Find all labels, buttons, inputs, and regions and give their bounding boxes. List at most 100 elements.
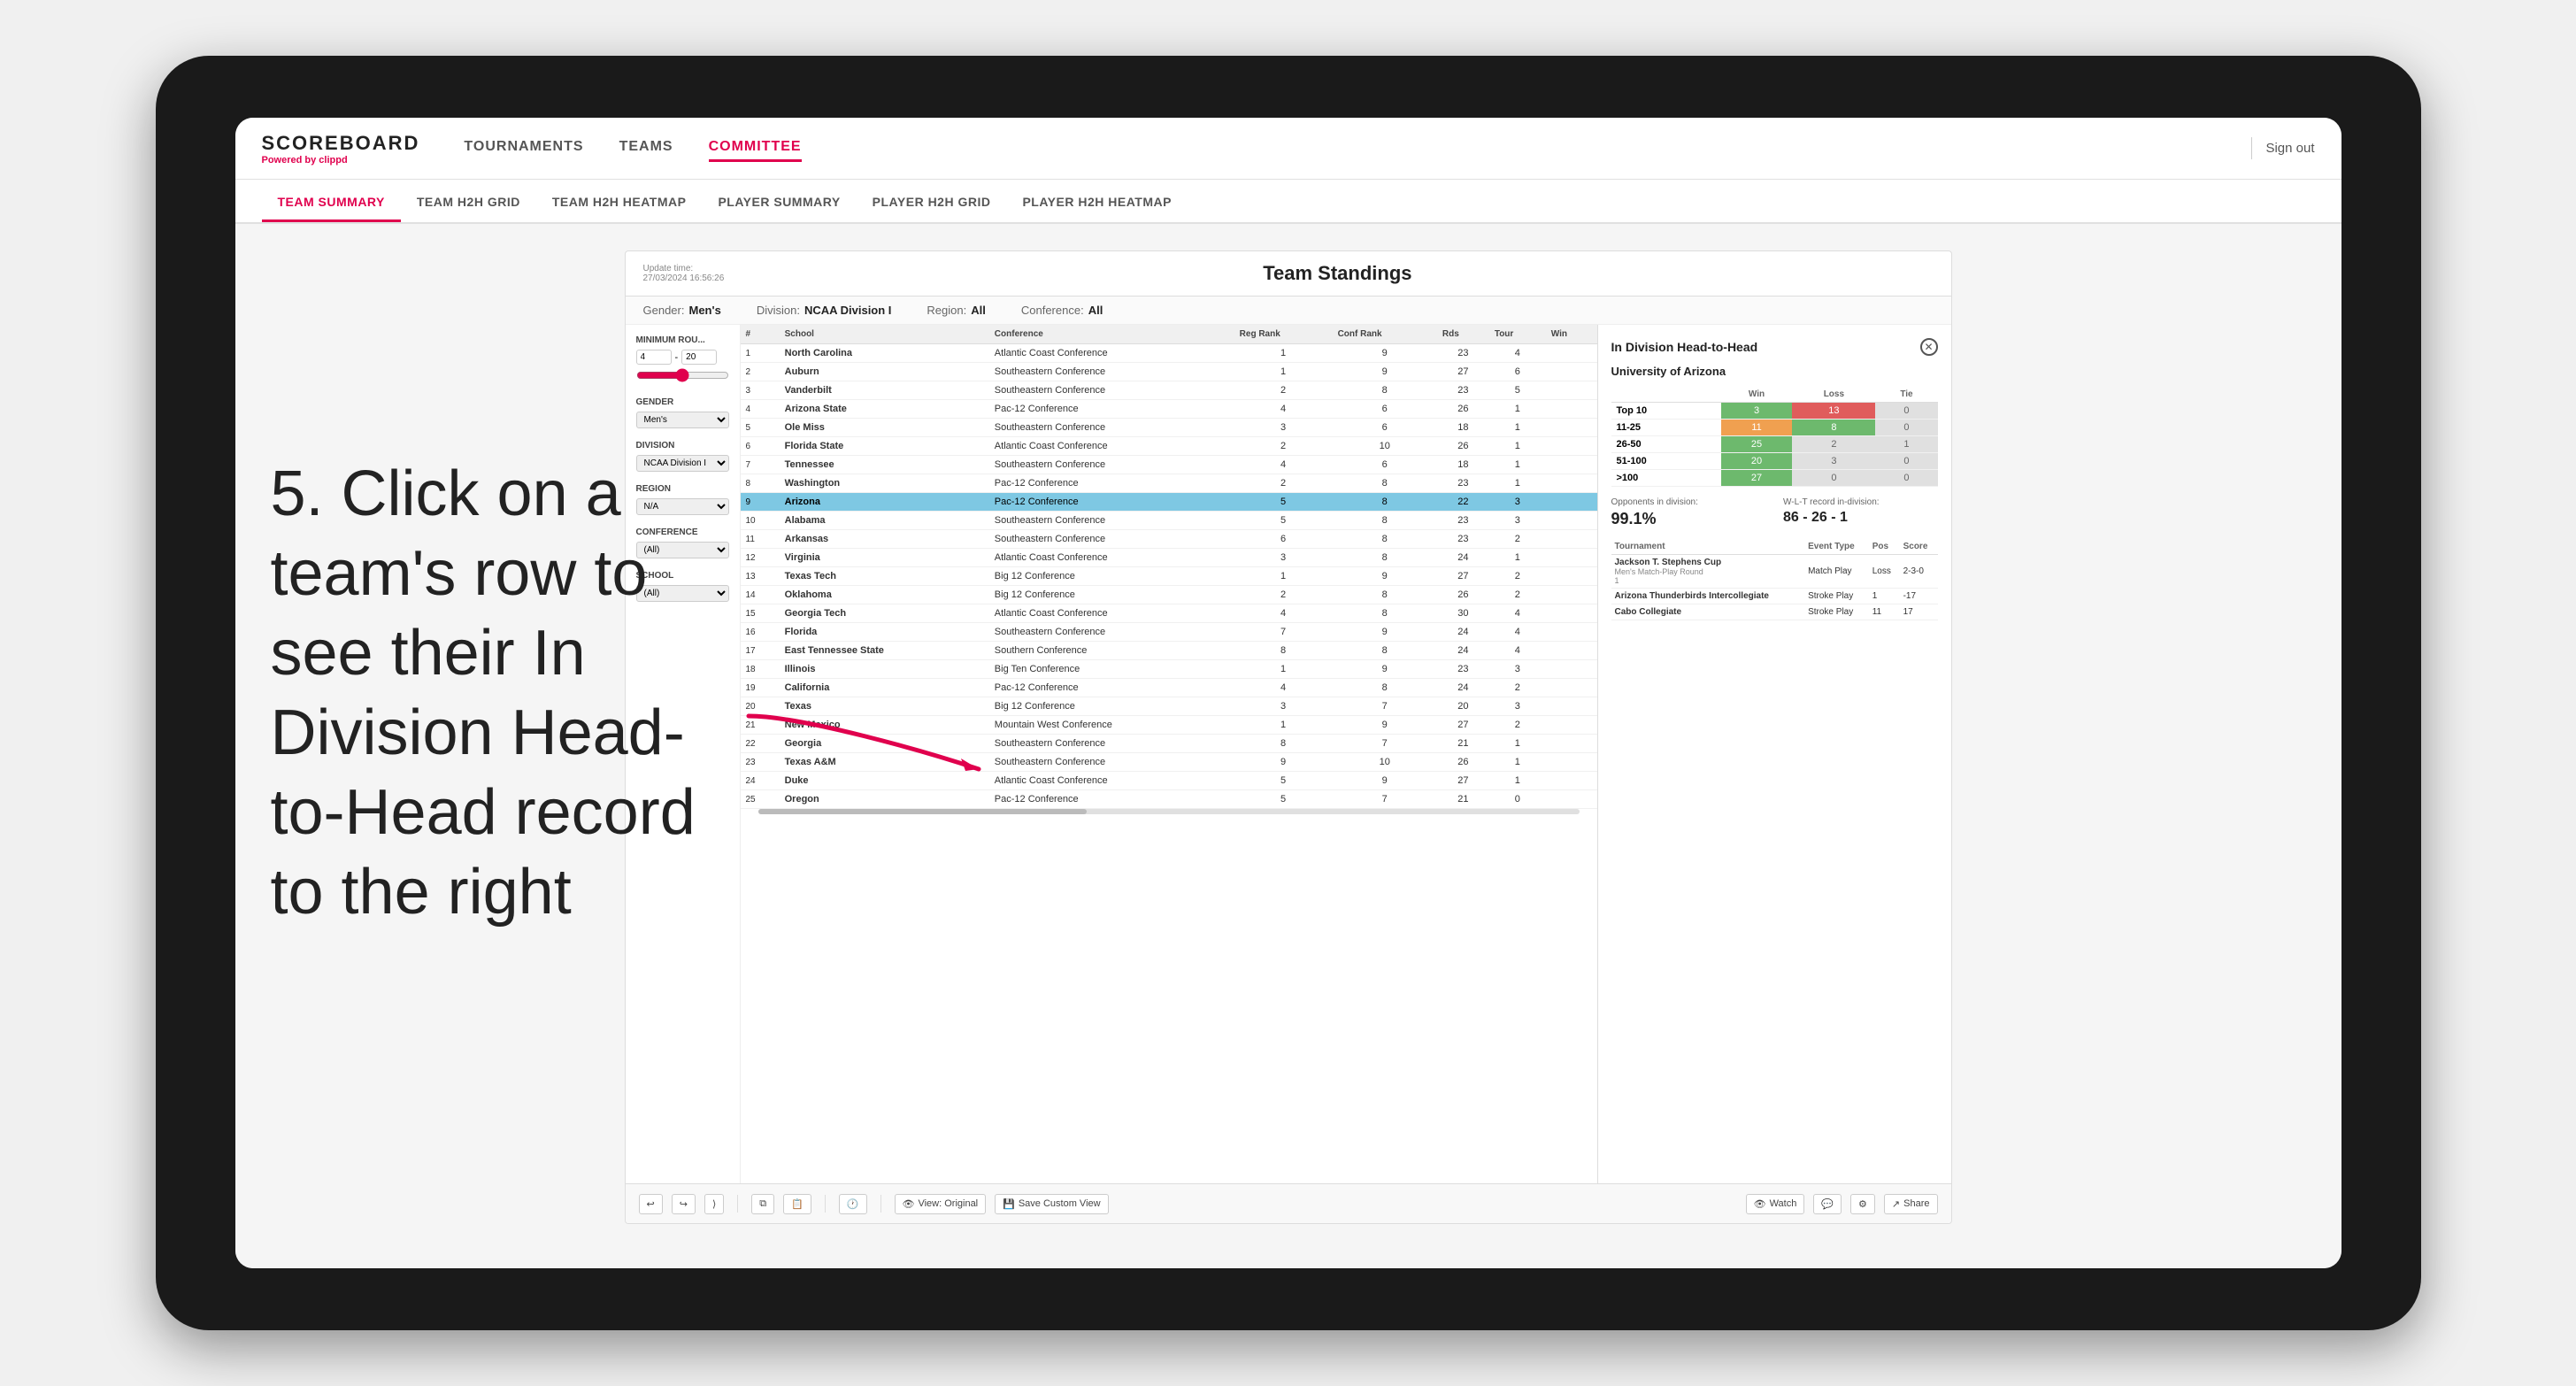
- settings-button[interactable]: ⚙: [1850, 1194, 1875, 1214]
- division-filter: Division: NCAA Division I: [757, 304, 892, 317]
- table-row[interactable]: 14 Oklahoma Big 12 Conference 2 8 26 2: [741, 586, 1597, 604]
- table-row[interactable]: 24 Duke Atlantic Coast Conference 5 9 27…: [741, 772, 1597, 790]
- scroll-thumb: [758, 809, 1087, 814]
- table-row[interactable]: 2 Auburn Southeastern Conference 1 9 27 …: [741, 363, 1597, 381]
- table-row[interactable]: 3 Vanderbilt Southeastern Conference 2 8…: [741, 381, 1597, 400]
- comment-button[interactable]: 💬: [1813, 1194, 1842, 1214]
- table-row[interactable]: 15 Georgia Tech Atlantic Coast Conferenc…: [741, 604, 1597, 623]
- table-row[interactable]: 23 Texas A&M Southeastern Conference 9 1…: [741, 753, 1597, 772]
- table-row[interactable]: 7 Tennessee Southeastern Conference 4 6 …: [741, 456, 1597, 474]
- table-row[interactable]: 9 Arizona Pac-12 Conference 5 8 22 3: [741, 493, 1597, 512]
- redo-button[interactable]: ↪: [672, 1194, 696, 1214]
- table-row[interactable]: 20 Texas Big 12 Conference 3 7 20 3: [741, 697, 1597, 716]
- clock-button[interactable]: 🕐: [839, 1194, 867, 1214]
- save-custom-button[interactable]: 💾 Save Custom View: [995, 1194, 1108, 1214]
- logo-title: SCOREBOARD: [262, 132, 420, 155]
- table-row[interactable]: 17 East Tennessee State Southern Confere…: [741, 642, 1597, 660]
- view-icon: 👁: [903, 1198, 915, 1210]
- h2h-grid-table: Win Loss Tie Top 10 3 13 0: [1611, 387, 1938, 487]
- col-rank: #: [741, 325, 780, 344]
- min-rounds-from[interactable]: [636, 350, 672, 365]
- division-select[interactable]: NCAA Division I: [636, 455, 729, 472]
- table-row[interactable]: 16 Florida Southeastern Conference 7 9 2…: [741, 623, 1597, 642]
- h2h-title: In Division Head-to-Head: [1611, 340, 1758, 354]
- col-conference: Conference: [989, 325, 1234, 344]
- min-rounds-range: -: [636, 350, 729, 365]
- col-conf-rank: Conf Rank: [1333, 325, 1437, 344]
- tournament-row-1[interactable]: Jackson T. Stephens Cup Men's Match-Play…: [1611, 555, 1938, 589]
- tab-team-h2h-heatmap[interactable]: TEAM H2H HEATMAP: [536, 184, 703, 222]
- h2h-panel: In Division Head-to-Head ✕ University of…: [1597, 325, 1951, 1183]
- bottom-toolbar: ↩ ↪ ⟩ ⧉ 📋 🕐 👁 View: Original 💾 S: [626, 1183, 1951, 1223]
- paste-button[interactable]: 📋: [783, 1194, 811, 1214]
- table-area: # School Conference Reg Rank Conf Rank R…: [741, 325, 1597, 1183]
- h2h-row-51-100: 51-100 20 3 0: [1611, 453, 1938, 470]
- tournament-row-2[interactable]: Arizona Thunderbirds Intercollegiate Str…: [1611, 589, 1938, 604]
- record-stat: W-L-T record in-division: 86 - 26 - 1: [1783, 497, 1938, 528]
- nav-tournaments[interactable]: TOURNAMENTS: [464, 135, 583, 162]
- table-row[interactable]: 5 Ole Miss Southeastern Conference 3 6 1…: [741, 419, 1597, 437]
- table-row[interactable]: 8 Washington Pac-12 Conference 2 8 23 1: [741, 474, 1597, 493]
- logo-sub: Powered by clippd: [262, 155, 420, 166]
- opponents-stat: Opponents in division: 99.1%: [1611, 497, 1766, 528]
- main-content: 5. Click on a team's row to see their In…: [235, 224, 2341, 1268]
- undo-button[interactable]: ↩: [639, 1194, 663, 1214]
- tab-player-summary[interactable]: PLAYER SUMMARY: [702, 184, 856, 222]
- table-row[interactable]: 13 Texas Tech Big 12 Conference 1 9 27 2: [741, 567, 1597, 586]
- table-row[interactable]: 25 Oregon Pac-12 Conference 5 7 21 0: [741, 790, 1597, 809]
- min-rounds-to[interactable]: [681, 350, 717, 365]
- table-row[interactable]: 1 North Carolina Atlantic Coast Conferen…: [741, 344, 1597, 363]
- nav-teams[interactable]: TEAMS: [619, 135, 673, 162]
- region-group: Region N/A: [636, 484, 729, 515]
- panel-title: Team Standings: [742, 262, 1933, 285]
- conference-filter: Conference: All: [1021, 304, 1103, 317]
- view-original-button[interactable]: 👁 View: Original: [895, 1194, 987, 1214]
- table-row[interactable]: 12 Virginia Atlantic Coast Conference 3 …: [741, 549, 1597, 567]
- school-select[interactable]: (All): [636, 585, 729, 602]
- table-row[interactable]: 22 Georgia Southeastern Conference 8 7 2…: [741, 735, 1597, 753]
- gender-group: Gender Men's: [636, 397, 729, 428]
- forward-button[interactable]: ⟩: [704, 1194, 724, 1214]
- col-tour: Tour: [1489, 325, 1546, 344]
- h2h-close-button[interactable]: ✕: [1920, 338, 1938, 356]
- table-row[interactable]: 6 Florida State Atlantic Coast Conferenc…: [741, 437, 1597, 456]
- tablet-shell: SCOREBOARD Powered by clippd TOURNAMENTS…: [156, 56, 2421, 1330]
- share-button[interactable]: ↗ Share: [1884, 1194, 1938, 1214]
- app-header: SCOREBOARD Powered by clippd TOURNAMENTS…: [235, 118, 2341, 180]
- copy-button[interactable]: ⧉: [751, 1194, 774, 1214]
- sidebar-filters: Minimum Rou... - Gender Men's: [626, 325, 741, 1183]
- h2h-header: In Division Head-to-Head ✕: [1611, 338, 1938, 356]
- region-select[interactable]: N/A: [636, 498, 729, 515]
- tab-team-summary[interactable]: TEAM SUMMARY: [262, 184, 401, 222]
- update-time: Update time: 27/03/2024 16:56:26: [643, 264, 725, 283]
- table-row[interactable]: 4 Arizona State Pac-12 Conference 4 6 26…: [741, 400, 1597, 419]
- h2h-grid-header: Win Loss Tie: [1611, 387, 1938, 403]
- h2h-team-name: University of Arizona: [1611, 365, 1938, 378]
- scroll-bar[interactable]: [758, 809, 1580, 814]
- table-row[interactable]: 18 Illinois Big Ten Conference 1 9 23 3: [741, 660, 1597, 679]
- sign-out-button[interactable]: Sign out: [2265, 141, 2314, 156]
- panel-header: Update time: 27/03/2024 16:56:26 Team St…: [626, 251, 1951, 296]
- nav-committee[interactable]: COMMITTEE: [709, 135, 802, 162]
- table-row[interactable]: 19 California Pac-12 Conference 4 8 24 2: [741, 679, 1597, 697]
- filters-row: Gender: Men's Division: NCAA Division I …: [626, 296, 1951, 325]
- min-rounds-slider[interactable]: [636, 368, 729, 382]
- gender-select[interactable]: Men's: [636, 412, 729, 428]
- table-header-row: # School Conference Reg Rank Conf Rank R…: [741, 325, 1597, 344]
- panel-body: Minimum Rou... - Gender Men's: [626, 325, 1951, 1183]
- sub-nav: TEAM SUMMARY TEAM H2H GRID TEAM H2H HEAT…: [235, 180, 2341, 224]
- watch-button[interactable]: 👁 Watch: [1746, 1194, 1805, 1214]
- col-rds: Rds: [1437, 325, 1489, 344]
- school-group: School (All): [636, 571, 729, 602]
- main-nav: TOURNAMENTS TEAMS COMMITTEE: [464, 135, 2238, 162]
- tab-player-h2h-grid[interactable]: PLAYER H2H GRID: [857, 184, 1007, 222]
- tab-team-h2h-grid[interactable]: TEAM H2H GRID: [401, 184, 536, 222]
- h2h-row-100plus: >100 27 0 0: [1611, 470, 1938, 487]
- table-row[interactable]: 10 Alabama Southeastern Conference 5 8 2…: [741, 512, 1597, 530]
- table-row[interactable]: 21 New Mexico Mountain West Conference 1…: [741, 716, 1597, 735]
- tournament-row-3[interactable]: Cabo Collegiate Stroke Play 11 17: [1611, 604, 1938, 620]
- tab-player-h2h-heatmap[interactable]: PLAYER H2H HEATMAP: [1006, 184, 1187, 222]
- table-row[interactable]: 11 Arkansas Southeastern Conference 6 8 …: [741, 530, 1597, 549]
- tournaments-header-row: Tournament Event Type Pos Score: [1611, 539, 1938, 555]
- conference-select[interactable]: (All): [636, 542, 729, 558]
